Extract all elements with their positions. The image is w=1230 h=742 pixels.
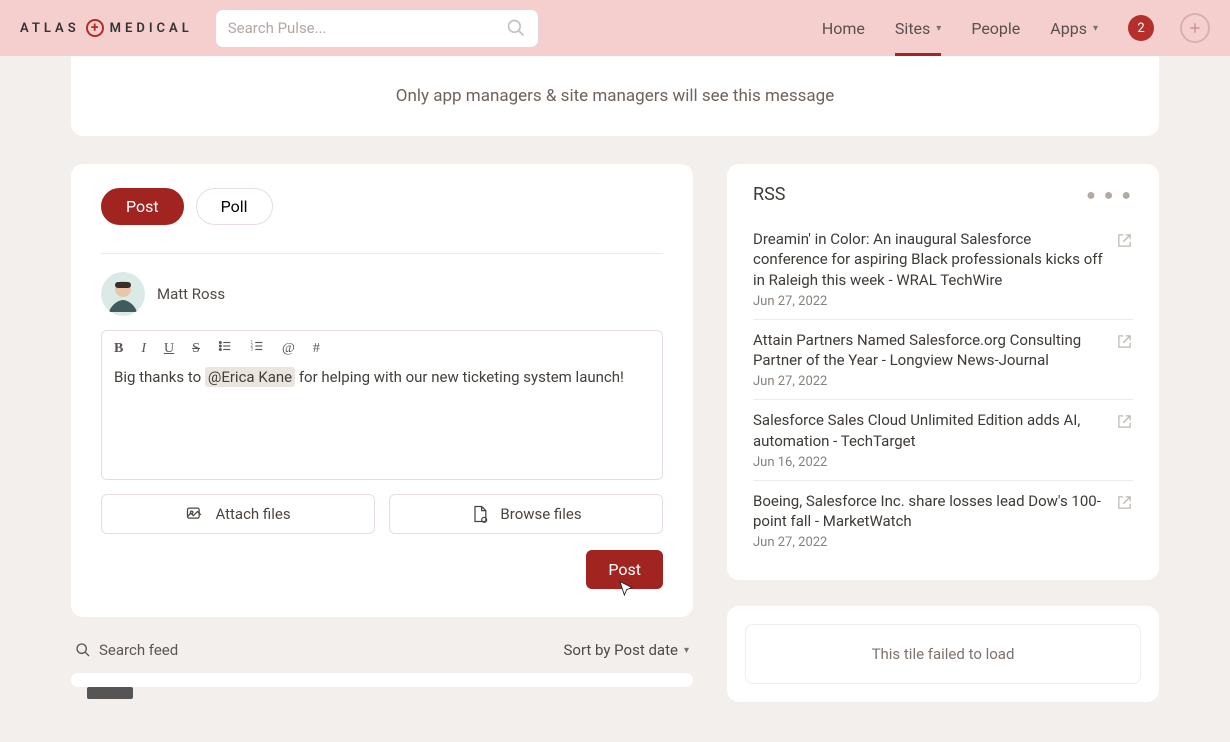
post-button[interactable]: Post [586, 550, 663, 589]
tab-poll[interactable]: Poll [196, 188, 273, 225]
composer-card: Post Poll Matt Ross B I U S [71, 164, 693, 617]
nav-home[interactable]: Home [822, 19, 865, 38]
rss-item-title: Boeing, Salesforce Inc. share losses lea… [753, 491, 1105, 532]
hashtag-button[interactable]: # [313, 341, 320, 357]
plus-icon: + [86, 19, 104, 37]
mention-button[interactable]: @ [282, 341, 295, 357]
chevron-down-icon: ▾ [936, 23, 941, 34]
global-search[interactable] [215, 9, 539, 48]
search-feed[interactable]: Search feed [75, 641, 178, 659]
failed-tile-message: This tile failed to load [745, 624, 1141, 684]
logo-text-left: ATLAS [20, 21, 80, 36]
composer-user-name: Matt Ross [157, 285, 225, 303]
avatar [101, 272, 145, 316]
nav-sites[interactable]: Sites▾ [895, 19, 941, 38]
attach-files-button[interactable]: Attach files [101, 494, 375, 534]
rss-card: RSS ● ● ● Dreamin' in Color: An inaugura… [727, 164, 1159, 580]
rss-item[interactable]: Attain Partners Named Salesforce.org Con… [753, 320, 1133, 401]
file-icon [470, 504, 490, 524]
unordered-list-button[interactable] [218, 339, 232, 358]
svg-text:3: 3 [251, 347, 254, 352]
bold-button[interactable]: B [114, 341, 123, 357]
chevron-down-icon: ▾ [1093, 23, 1098, 34]
browse-files-button[interactable]: Browse files [389, 494, 663, 534]
rss-item-date: Jun 16, 2022 [753, 455, 1105, 470]
nav-apps[interactable]: Apps▾ [1050, 19, 1098, 38]
rss-item-date: Jun 27, 2022 [753, 294, 1105, 309]
rss-item-title: Dreamin' in Color: An inaugural Salesfor… [753, 229, 1105, 290]
thumbnail [87, 687, 133, 699]
external-link-icon[interactable] [1117, 495, 1133, 551]
search-input[interactable] [228, 19, 506, 37]
chevron-down-icon: ▾ [684, 645, 689, 656]
rss-title: RSS [753, 184, 785, 205]
external-link-icon[interactable] [1117, 414, 1133, 470]
search-icon [75, 642, 91, 658]
notifications-badge[interactable]: 2 [1128, 15, 1154, 41]
logo[interactable]: ATLAS + MEDICAL [20, 19, 193, 37]
ordered-list-button[interactable]: 123 [250, 339, 264, 358]
external-link-icon[interactable] [1117, 334, 1133, 390]
nav-people[interactable]: People [971, 19, 1020, 38]
logo-text-right: MEDICAL [110, 21, 193, 36]
cursor-icon [617, 579, 635, 599]
tab-post[interactable]: Post [101, 188, 184, 225]
attachment-icon [185, 504, 205, 524]
rss-item[interactable]: Boeing, Salesforce Inc. share losses lea… [753, 481, 1133, 561]
rss-item[interactable]: Salesforce Sales Cloud Unlimited Edition… [753, 400, 1133, 481]
rss-item[interactable]: Dreamin' in Color: An inaugural Salesfor… [753, 219, 1133, 320]
plus-icon [1188, 21, 1202, 35]
underline-button[interactable]: U [164, 341, 174, 357]
italic-button[interactable]: I [141, 341, 146, 357]
failed-tile-card: This tile failed to load [727, 606, 1159, 702]
info-banner: Only app managers & site managers will s… [71, 56, 1159, 136]
feed-item[interactable] [71, 673, 693, 687]
mention-chip[interactable]: @Erica Kane [205, 367, 295, 387]
sort-dropdown[interactable]: Sort by Post date ▾ [563, 641, 689, 659]
add-button[interactable] [1180, 13, 1210, 43]
rss-item-date: Jun 27, 2022 [753, 374, 1105, 389]
post-editor[interactable]: B I U S 123 @ # Big thanks to @Erica Kan… [101, 330, 663, 480]
rss-item-title: Salesforce Sales Cloud Unlimited Edition… [753, 410, 1105, 451]
more-menu[interactable]: ● ● ● [1086, 185, 1133, 205]
search-icon [506, 18, 526, 38]
rss-item-title: Attain Partners Named Salesforce.org Con… [753, 330, 1105, 371]
post-body[interactable]: Big thanks to @Erica Kane for helping wi… [102, 366, 662, 396]
external-link-icon[interactable] [1117, 233, 1133, 309]
strikethrough-button[interactable]: S [192, 341, 200, 357]
rss-item-date: Jun 27, 2022 [753, 535, 1105, 550]
